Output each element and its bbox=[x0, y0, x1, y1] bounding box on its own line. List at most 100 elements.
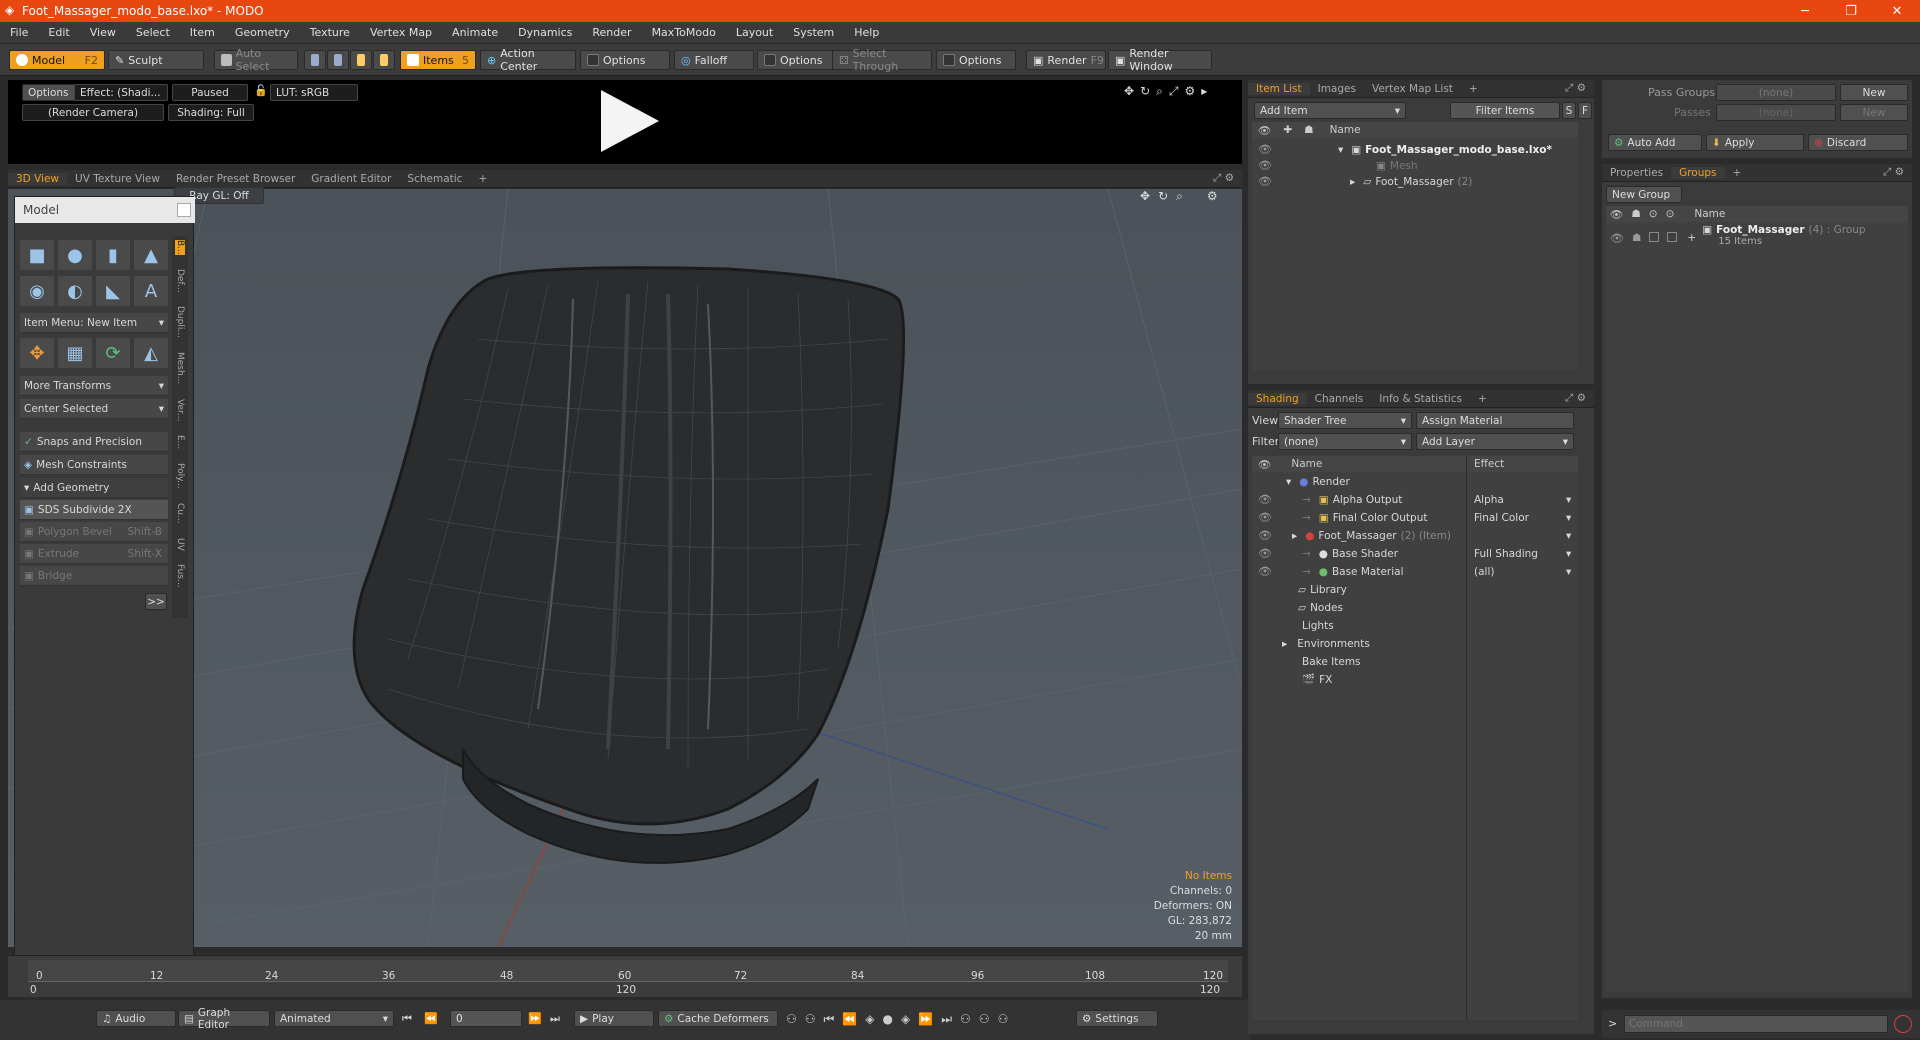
shader-row-base-shader[interactable]: 👁 → ● Base Shader Full Shading ▾ bbox=[1252, 546, 1578, 561]
edges-mode-button[interactable] bbox=[327, 50, 349, 70]
menu-vertex-map[interactable]: Vertex Map bbox=[360, 26, 442, 39]
timeline[interactable]: 0 12 24 36 48 60 72 84 96 108 120 0 120 … bbox=[8, 955, 1242, 997]
zoom-icon[interactable]: ⌕ bbox=[1156, 84, 1163, 99]
add-layer-dropdown[interactable]: Add Layer ▾ bbox=[1416, 433, 1574, 450]
assign-material-button[interactable]: Assign Material bbox=[1416, 412, 1574, 429]
menu-edit[interactable]: Edit bbox=[38, 26, 79, 39]
select-through-button[interactable]: ⚃ Select Through bbox=[832, 47, 932, 73]
preview-camera-dropdown[interactable]: (Render Camera) bbox=[22, 104, 164, 121]
chevron-down-icon[interactable]: ▾ bbox=[1566, 512, 1571, 524]
next-key-icon[interactable]: ⏭ bbox=[941, 1012, 952, 1027]
item-row-group[interactable]: 👁 ▸ ▱ Foot_Massager (2) bbox=[1252, 174, 1578, 189]
menu-system[interactable]: System bbox=[783, 26, 844, 39]
new-pass-group-button[interactable]: New bbox=[1840, 84, 1908, 101]
pass-groups-dropdown[interactable]: (none) bbox=[1716, 84, 1836, 101]
gear-icon[interactable]: ⤢ ⚙ bbox=[1875, 166, 1912, 179]
next-key-icon[interactable]: ⏩ bbox=[918, 1012, 933, 1027]
vertices-mode-button[interactable] bbox=[304, 50, 326, 70]
expand-icon[interactable]: ▸ bbox=[1350, 176, 1355, 188]
side-tab-curve[interactable]: Cu... bbox=[175, 503, 185, 524]
record-icon[interactable]: ● bbox=[883, 1012, 893, 1027]
menu-layout[interactable]: Layout bbox=[726, 26, 783, 39]
play-icon[interactable] bbox=[593, 86, 663, 156]
model-mode-button[interactable]: Model F2 bbox=[9, 50, 105, 70]
chevron-down-icon[interactable]: ▾ bbox=[1566, 548, 1571, 560]
tab-images[interactable]: Images bbox=[1310, 83, 1364, 95]
cylinder-icon[interactable]: ▮ bbox=[96, 240, 130, 270]
shader-row-final-color[interactable]: 👁 → ▣ Final Color Output Final Color ▾ bbox=[1252, 510, 1578, 525]
add-item-dropdown[interactable]: Add Item ▾ bbox=[1254, 102, 1406, 119]
select-through-options-button[interactable]: Options bbox=[936, 50, 1016, 70]
lock-toggle-icon[interactable] bbox=[1649, 232, 1660, 242]
gear-icon[interactable]: ⤢ ⚙ bbox=[1557, 82, 1594, 95]
shader-row-foot-massager[interactable]: 👁 ▸ ● Foot_Massager (2) (Item) ▾ bbox=[1252, 528, 1578, 543]
tab-properties[interactable]: Properties bbox=[1602, 167, 1671, 179]
rotate-icon[interactable]: ↻ bbox=[1158, 189, 1168, 204]
side-tab-fusion[interactable]: Fus... bbox=[175, 564, 185, 588]
maximize-button[interactable]: ❐ bbox=[1828, 0, 1874, 22]
snaps-precision-button[interactable]: ✓ Snaps and Precision bbox=[20, 432, 168, 452]
key-icon[interactable]: ◈ bbox=[901, 1012, 910, 1027]
preview-shading-dropdown[interactable]: Shading: Full bbox=[168, 104, 254, 121]
text-icon[interactable]: A bbox=[134, 276, 168, 306]
add-tab-icon[interactable]: + bbox=[1461, 83, 1486, 95]
rotate-tool-icon[interactable]: ⟳ bbox=[96, 338, 130, 368]
auto-add-button[interactable]: ⚙ Auto Add bbox=[1608, 134, 1702, 151]
sphere-icon[interactable]: ● bbox=[58, 240, 92, 270]
shader-row-lights[interactable]: Lights bbox=[1252, 618, 1578, 633]
next-frame-icon[interactable]: ⏩ bbox=[528, 1012, 542, 1025]
set-key-icon[interactable]: ◈ bbox=[865, 1012, 874, 1027]
gear-icon[interactable]: ⚙ bbox=[1207, 189, 1218, 204]
apply-button[interactable]: ⬇ Apply bbox=[1706, 134, 1804, 151]
eye-icon[interactable]: 👁 bbox=[1258, 493, 1272, 506]
frame-input[interactable]: 0 bbox=[450, 1010, 522, 1027]
minimize-button[interactable]: ─ bbox=[1782, 0, 1828, 22]
menu-item[interactable]: Item bbox=[180, 26, 225, 39]
add-tab-icon[interactable]: + bbox=[1725, 167, 1750, 179]
side-tab-vertex[interactable]: Ver... bbox=[175, 399, 185, 421]
move-icon[interactable]: ✥ bbox=[20, 338, 54, 368]
center-selected-dropdown[interactable]: Center Selected ▾ bbox=[20, 399, 168, 419]
eye-icon[interactable]: 👁 bbox=[1610, 232, 1624, 245]
key-icon[interactable]: ⚇ bbox=[786, 1012, 797, 1027]
shader-row-nodes[interactable]: ▱ Nodes bbox=[1252, 600, 1578, 615]
expand-icon[interactable]: ▾ bbox=[1286, 476, 1291, 488]
pan-icon[interactable]: ✥ bbox=[1124, 84, 1134, 99]
render-window-button[interactable]: ▣ Render Window bbox=[1108, 47, 1212, 73]
auto-select-button[interactable]: Auto Select bbox=[214, 47, 298, 73]
go-to-start-icon[interactable]: ⏮ bbox=[402, 1012, 412, 1026]
lock-icon[interactable]: 🔓 bbox=[254, 84, 268, 97]
menu-help[interactable]: Help bbox=[844, 26, 889, 39]
view-dropdown[interactable]: Shader Tree ▾ bbox=[1278, 412, 1412, 429]
cache-deformers-button[interactable]: ⚙ Cache Deformers bbox=[658, 1010, 778, 1027]
settings-button[interactable]: ⚙ Settings bbox=[1076, 1010, 1158, 1027]
mesh-constraints-button[interactable]: ◈ Mesh Constraints bbox=[20, 455, 168, 475]
key-icon[interactable]: ⚇ bbox=[805, 1012, 816, 1027]
bridge-button[interactable]: ▣ Bridge bbox=[20, 566, 168, 586]
side-tab-uv[interactable]: UV bbox=[175, 538, 185, 551]
key-icon[interactable]: ⚇ bbox=[998, 1012, 1009, 1027]
item-row-scene[interactable]: 👁 ▾ ▣ Foot_Massager_modo_base.lxo* bbox=[1252, 142, 1578, 157]
extrude-button[interactable]: ▣ Extrude Shift-X bbox=[20, 544, 168, 564]
preview-lut-dropdown[interactable]: LUT: sRGB bbox=[270, 84, 358, 101]
tab-3d-view[interactable]: 3D View bbox=[8, 172, 68, 185]
zoom-icon[interactable]: ⌕ bbox=[1176, 189, 1183, 204]
command-input[interactable] bbox=[1624, 1015, 1888, 1033]
menu-file[interactable]: File bbox=[0, 26, 38, 39]
passes-dropdown[interactable]: (none) bbox=[1716, 104, 1836, 121]
menu-texture[interactable]: Texture bbox=[300, 26, 360, 39]
scale-icon[interactable]: ◭ bbox=[134, 338, 168, 368]
filter-dropdown[interactable]: (none) ▾ bbox=[1278, 433, 1412, 450]
capsule-icon[interactable]: ◐ bbox=[58, 276, 92, 306]
menu-select[interactable]: Select bbox=[126, 26, 180, 39]
gear-icon[interactable]: ⤢ ⚙ bbox=[1557, 392, 1594, 405]
item-row-mesh[interactable]: 👁 ▣ Mesh bbox=[1252, 158, 1578, 173]
item-menu-dropdown[interactable]: Item Menu: New Item ▾ bbox=[20, 313, 168, 333]
expand-icon[interactable]: ▸ bbox=[1282, 638, 1287, 650]
menu-animate[interactable]: Animate bbox=[442, 26, 508, 39]
tab-uv-texture-view[interactable]: UV Texture View bbox=[67, 173, 168, 185]
tab-shading[interactable]: Shading bbox=[1248, 392, 1307, 405]
eye-icon[interactable]: 👁 bbox=[1258, 511, 1272, 524]
new-group-button[interactable]: New Group bbox=[1606, 186, 1682, 203]
tab-vertex-map-list[interactable]: Vertex Map List bbox=[1364, 83, 1461, 95]
